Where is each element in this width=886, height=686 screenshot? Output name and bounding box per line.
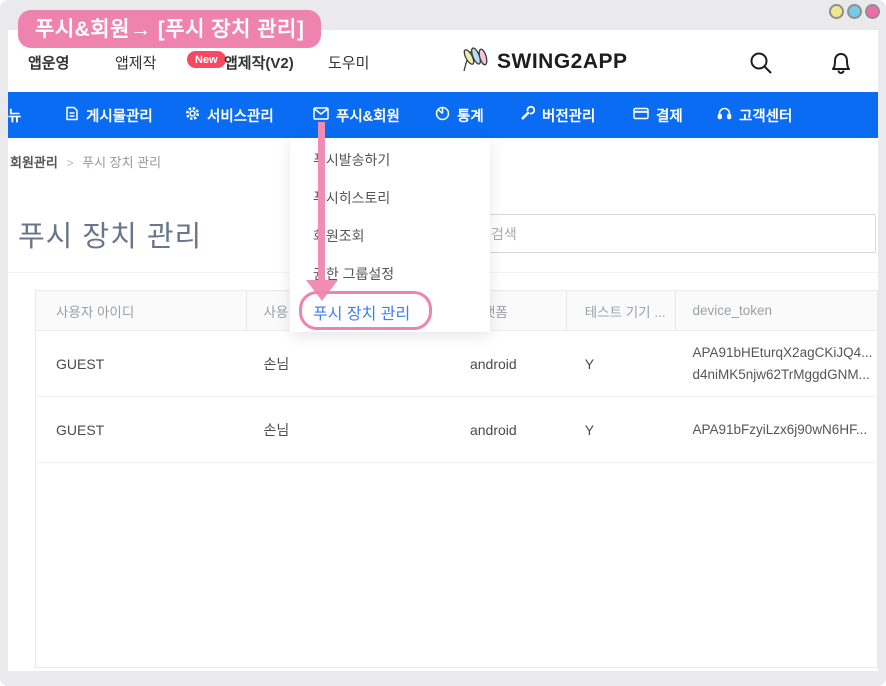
menu-item-version[interactable]: 버전관리	[520, 92, 595, 138]
window-dot-pink[interactable]	[865, 4, 880, 19]
menu-item-label: 서비스관리	[207, 105, 274, 126]
menu-item-menu[interactable]: 뉴	[8, 92, 21, 138]
column-header-device-token[interactable]: device_token	[676, 291, 878, 330]
new-badge: New	[187, 51, 226, 68]
table-row[interactable]: GUEST 손님 android Y APA91bFzyiLzx6j90wN6H…	[36, 397, 877, 463]
nav-app-make[interactable]: 앱제작	[115, 52, 156, 73]
token-line: d4niMK5njw62TrMggdGNM...	[693, 364, 870, 386]
token-line: APA91bHEturqX2agCKiJQ4...	[693, 342, 873, 364]
cell-device-token: APA91bHEturqX2agCKiJQ4... d4niMK5njw62Tr…	[676, 331, 878, 396]
admin-menu-bar: 뉴 게시물관리 서비스관리	[8, 92, 878, 138]
annotation-arrow-line	[318, 122, 325, 282]
breadcrumb: 회원관리 > 푸시 장치 관리	[10, 152, 161, 171]
credit-card-icon	[633, 107, 649, 124]
menu-item-label: 버전관리	[542, 105, 595, 126]
cell-platform: android	[454, 397, 567, 462]
annotation-label: 푸시&회원→ [푸시 장치 관리]	[18, 10, 321, 48]
window-dot-yellow[interactable]	[829, 4, 844, 19]
breadcrumb-separator: >	[66, 156, 73, 170]
cell-test-device: Y	[567, 397, 676, 462]
cell-test-device: Y	[567, 331, 676, 396]
nav-app-operation[interactable]: 앱운영	[28, 52, 69, 73]
cell-device-token: APA91bFzyiLzx6j90wN6HF...	[676, 397, 878, 462]
menu-item-label: 통계	[457, 105, 484, 126]
menu-item-label: 결제	[656, 105, 683, 126]
cell-user-id: GUEST	[36, 331, 247, 396]
search-icon[interactable]	[748, 50, 774, 81]
menu-item-services[interactable]: 서비스관리	[185, 92, 274, 138]
cell-user-name: 손님	[247, 331, 454, 396]
menu-item-label: 게시물관리	[86, 105, 153, 126]
menu-item-push-members[interactable]: 푸시&회원	[313, 92, 400, 138]
annotation-highlight-ring	[299, 291, 432, 330]
token-line: APA91bFzyiLzx6j90wN6HF...	[693, 419, 868, 441]
breadcrumb-current: 푸시 장치 관리	[82, 155, 161, 170]
notification-bell-icon[interactable]	[828, 50, 854, 81]
cell-platform: android	[454, 331, 567, 396]
column-header-user-id[interactable]: 사용자 아이디	[36, 291, 247, 330]
headset-icon	[717, 106, 732, 124]
document-icon	[65, 106, 79, 125]
menu-item-payment[interactable]: 결제	[633, 92, 683, 138]
nav-helper[interactable]: 도우미	[328, 52, 369, 73]
swing2app-logo[interactable]: SWING2APP	[460, 45, 628, 78]
menu-item-label: 뉴	[8, 105, 21, 126]
screenshot-frame: 앱운영 앱제작 New 앱제작(V2) 도우미 SWING2APP	[0, 0, 886, 686]
menu-item-support[interactable]: 고객센터	[717, 92, 792, 138]
nav-app-make-v2[interactable]: 앱제작(V2)	[224, 52, 294, 73]
column-header-test-device[interactable]: 테스트 기기 ...	[567, 291, 676, 330]
menu-item-posts[interactable]: 게시물관리	[65, 92, 153, 138]
menu-item-label: 푸시&회원	[336, 105, 400, 126]
browser-window: 앱운영 앱제작 New 앱제작(V2) 도우미 SWING2APP	[8, 30, 878, 671]
window-dot-blue[interactable]	[847, 4, 862, 19]
search-input[interactable]	[478, 214, 876, 253]
feather-logo-icon	[460, 45, 492, 78]
menu-item-statistics[interactable]: 통계	[435, 92, 484, 138]
wrench-icon	[520, 106, 535, 125]
menu-item-label: 고객센터	[739, 105, 792, 126]
device-table: 사용자 아이디 사용 랫폼 테스트 기기 ... device_token GU…	[35, 290, 878, 668]
gear-icon	[185, 106, 200, 125]
breadcrumb-parent[interactable]: 회원관리	[10, 155, 58, 170]
page-title: 푸시 장치 관리	[18, 213, 202, 255]
cell-user-name: 손님	[247, 397, 454, 462]
cell-user-id: GUEST	[36, 397, 247, 462]
pie-chart-icon	[435, 106, 450, 125]
mail-icon	[313, 107, 329, 124]
table-row[interactable]: GUEST 손님 android Y APA91bHEturqX2agCKiJQ…	[36, 331, 877, 397]
logo-text: SWING2APP	[497, 50, 628, 74]
